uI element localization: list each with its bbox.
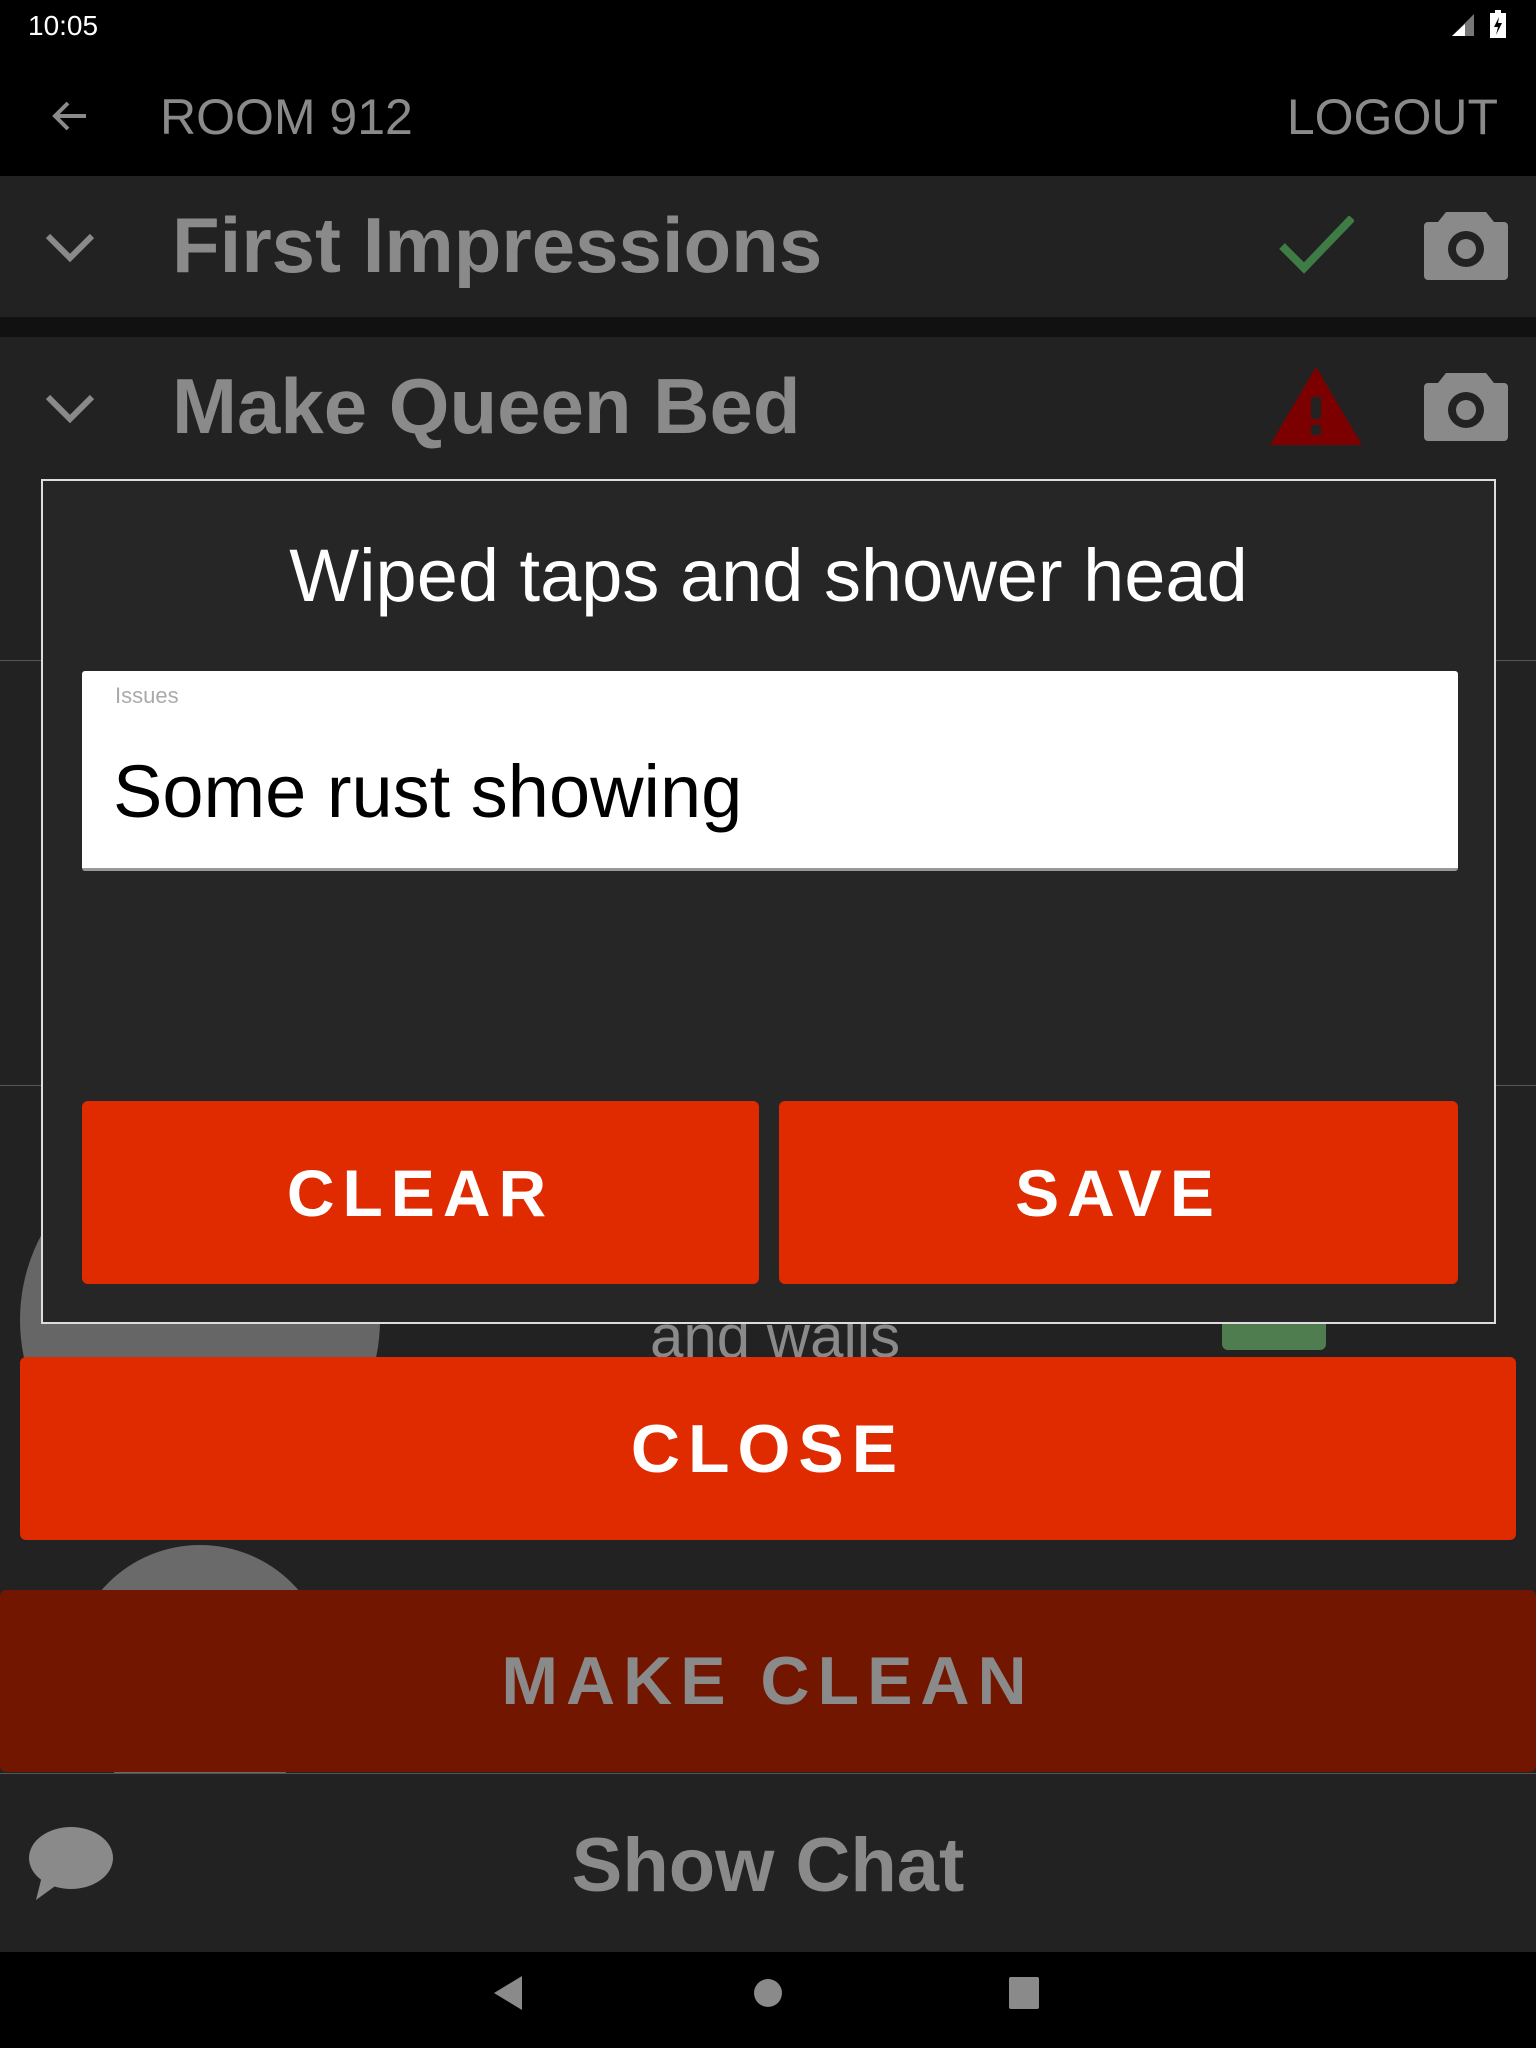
section-make-queen-bed[interactable]: Make Queen Bed (0, 337, 1536, 478)
save-button[interactable]: SAVE (779, 1101, 1458, 1284)
section-title: First Impressions (172, 201, 823, 289)
close-button[interactable]: CLOSE (20, 1357, 1516, 1540)
dialog-title: Wiped taps and shower head (289, 534, 1248, 617)
clock: 10:05 (28, 10, 99, 41)
home-icon[interactable] (753, 1978, 783, 2008)
signal-icon (1452, 14, 1474, 36)
chevron-down-icon[interactable] (44, 387, 96, 427)
issues-field[interactable]: Issues Some rust showing (82, 671, 1458, 871)
camera-icon[interactable] (1424, 365, 1508, 443)
show-chat-label: Show Chat (571, 1823, 965, 1908)
clear-button[interactable]: CLEAR (82, 1101, 759, 1284)
back-arrow-icon[interactable] (50, 96, 90, 136)
show-chat-bar[interactable]: Show Chat (0, 1774, 1536, 1952)
recents-icon[interactable] (1009, 1977, 1039, 2009)
divider (0, 317, 1536, 337)
back-icon[interactable] (494, 1976, 524, 2010)
warning-icon (1270, 367, 1362, 445)
status-bar: 10:05 (0, 0, 1536, 58)
section-first-impressions[interactable]: First Impressions (0, 176, 1536, 317)
chevron-down-icon[interactable] (44, 226, 96, 266)
logout-button[interactable]: LOGOUT (1287, 88, 1498, 146)
app-bar: ROOM 912 LOGOUT (0, 58, 1536, 176)
field-value: Some rust showing (113, 750, 743, 833)
section-title: Make Queen Bed (172, 362, 801, 450)
issue-dialog: Wiped taps and shower head Issues Some r… (41, 479, 1496, 1324)
make-clean-button[interactable]: MAKE CLEAN (0, 1590, 1536, 1772)
field-label: Issues (115, 683, 179, 708)
camera-icon[interactable] (1424, 204, 1508, 282)
checkmark-icon (1279, 216, 1354, 274)
system-nav-bar (0, 1952, 1536, 2048)
page-title: ROOM 912 (160, 89, 413, 145)
battery-charging-icon (1490, 10, 1506, 38)
